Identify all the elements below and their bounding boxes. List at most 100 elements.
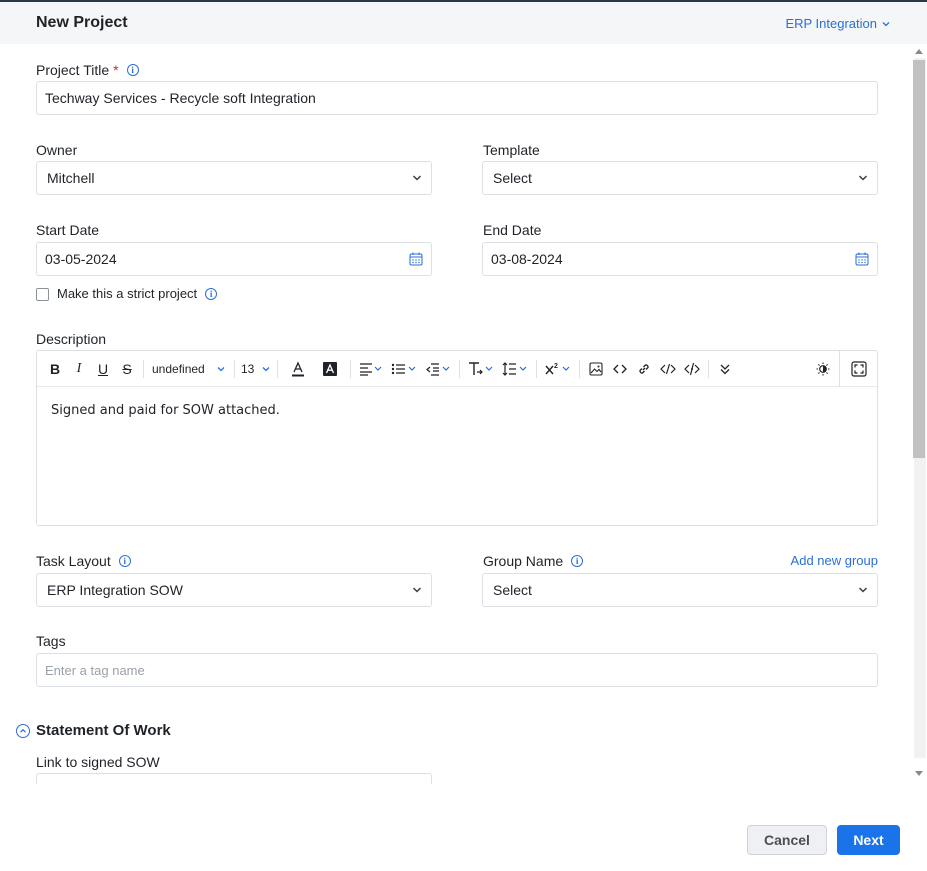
project-title-label: Project Title * i	[36, 62, 139, 78]
insert-link-button[interactable]	[632, 357, 656, 381]
vertical-scrollbar[interactable]	[913, 44, 926, 784]
code-icon	[613, 364, 627, 373]
dialog-header: New Project ERP Integration	[0, 2, 927, 44]
indent-button[interactable]	[421, 357, 455, 381]
chevron-up-icon[interactable]	[16, 723, 30, 738]
more-options-button[interactable]	[713, 357, 737, 381]
fullscreen-button[interactable]	[847, 357, 871, 381]
theme-toggle-button[interactable]	[813, 357, 837, 381]
template-select[interactable]: Select	[482, 161, 878, 195]
line-height-button[interactable]	[498, 357, 532, 381]
end-date-value: 03-08-2024	[491, 251, 563, 267]
embed-button[interactable]	[680, 357, 704, 381]
info-icon[interactable]: i	[118, 555, 131, 567]
outdent-icon	[426, 362, 450, 376]
underline-button[interactable]: U	[91, 357, 115, 381]
layout-selector[interactable]: ERP Integration	[785, 16, 891, 31]
owner-select[interactable]: Mitchell	[36, 161, 432, 195]
bold-button[interactable]: B	[43, 357, 67, 381]
line-height-icon	[502, 361, 527, 376]
embed-code-icon	[684, 362, 700, 375]
text-direction-icon	[469, 361, 493, 375]
statement-of-work-section-header[interactable]: Statement Of Work	[16, 722, 171, 739]
toolbar-divider	[459, 359, 460, 378]
html-button[interactable]	[656, 357, 680, 381]
font-family-select[interactable]: undefined	[148, 357, 230, 381]
chevron-down-icon	[858, 175, 868, 181]
cancel-button[interactable]: Cancel	[747, 825, 827, 855]
toolbar-divider	[579, 359, 580, 378]
chevron-down-icon	[262, 366, 270, 371]
sow-link-input[interactable]	[36, 773, 432, 784]
tags-label: Tags	[36, 633, 66, 649]
info-icon[interactable]: i	[571, 555, 584, 567]
chevron-down-icon	[217, 366, 225, 371]
italic-button[interactable]: I	[67, 357, 91, 381]
font-family-value: undefined	[152, 361, 205, 376]
section-title: Statement Of Work	[36, 722, 171, 739]
calendar-icon[interactable]	[409, 252, 423, 266]
toolbar-divider	[234, 359, 235, 378]
editor-toolbar: B I U S undefined 13 2	[37, 351, 877, 387]
scroll-up-arrow[interactable]	[915, 49, 923, 54]
group-name-label: Group Name i	[483, 553, 584, 569]
description-text-area[interactable]: Signed and paid for SOW attached.	[37, 387, 877, 434]
toolbar-divider	[708, 359, 709, 378]
required-marker: *	[113, 62, 119, 78]
end-date-label: End Date	[483, 222, 542, 238]
html-icon	[660, 363, 676, 374]
link-icon	[639, 363, 649, 374]
highlight-color-icon	[323, 361, 337, 376]
strict-project-checkbox[interactable]	[36, 288, 49, 301]
template-label: Template	[483, 142, 540, 158]
strikethrough-button[interactable]: S	[115, 357, 139, 381]
group-name-select[interactable]: Select	[482, 573, 878, 607]
text-direction-button[interactable]	[464, 357, 498, 381]
scroll-down-arrow[interactable]	[915, 771, 923, 776]
superscript-button[interactable]: 2	[541, 357, 575, 381]
tags-input[interactable]: Enter a tag name	[36, 653, 878, 687]
next-button[interactable]: Next	[837, 825, 900, 855]
font-size-select[interactable]: 13	[239, 357, 273, 381]
toolbar-divider	[350, 359, 351, 378]
info-icon[interactable]: i	[126, 64, 139, 76]
calendar-icon[interactable]	[855, 252, 869, 266]
align-button[interactable]	[355, 357, 387, 381]
project-title-input[interactable]: Techway Services - Recycle soft Integrat…	[36, 81, 878, 115]
layout-selector-label: ERP Integration	[785, 16, 877, 31]
template-value: Select	[493, 170, 532, 186]
tags-placeholder: Enter a tag name	[45, 662, 145, 678]
font-size-value: 13	[241, 361, 255, 376]
toolbar-divider	[277, 359, 278, 378]
toolbar-divider	[839, 351, 840, 387]
start-date-label: Start Date	[36, 222, 100, 238]
list-button[interactable]	[387, 357, 421, 381]
fullscreen-icon	[851, 361, 867, 377]
insert-image-button[interactable]	[584, 357, 608, 381]
chevron-down-icon	[412, 587, 422, 593]
toolbar-divider	[143, 359, 144, 378]
add-new-group-link[interactable]: Add new group	[791, 553, 878, 568]
end-date-input[interactable]: 03-08-2024	[482, 242, 878, 276]
info-icon[interactable]: i	[205, 287, 218, 300]
form-scroll-area: Project Title * i Techway Services - Recy…	[0, 44, 927, 784]
description-text: Signed and paid for SOW attached.	[51, 403, 280, 418]
owner-label: Owner	[36, 142, 78, 158]
sow-link-label: Link to signed SOW	[36, 754, 160, 770]
chevron-down-icon	[882, 21, 890, 26]
image-icon	[589, 361, 603, 376]
task-layout-value: ERP Integration SOW	[47, 582, 183, 598]
task-layout-label: Task Layout i	[36, 553, 131, 569]
start-date-input[interactable]: 03-05-2024	[36, 242, 432, 276]
align-left-icon	[360, 362, 382, 376]
svg-text:2: 2	[554, 363, 558, 370]
code-button[interactable]	[608, 357, 632, 381]
background-color-button[interactable]	[314, 357, 346, 381]
text-color-button[interactable]	[282, 357, 314, 381]
description-label: Description	[36, 331, 107, 347]
description-editor: B I U S undefined 13 2 Signed and paid f…	[36, 350, 878, 526]
scrollbar-thumb[interactable]	[913, 60, 925, 458]
project-title-value: Techway Services - Recycle soft Integrat…	[45, 90, 316, 106]
task-layout-select[interactable]: ERP Integration SOW	[36, 573, 432, 607]
bullet-list-icon	[391, 363, 416, 374]
